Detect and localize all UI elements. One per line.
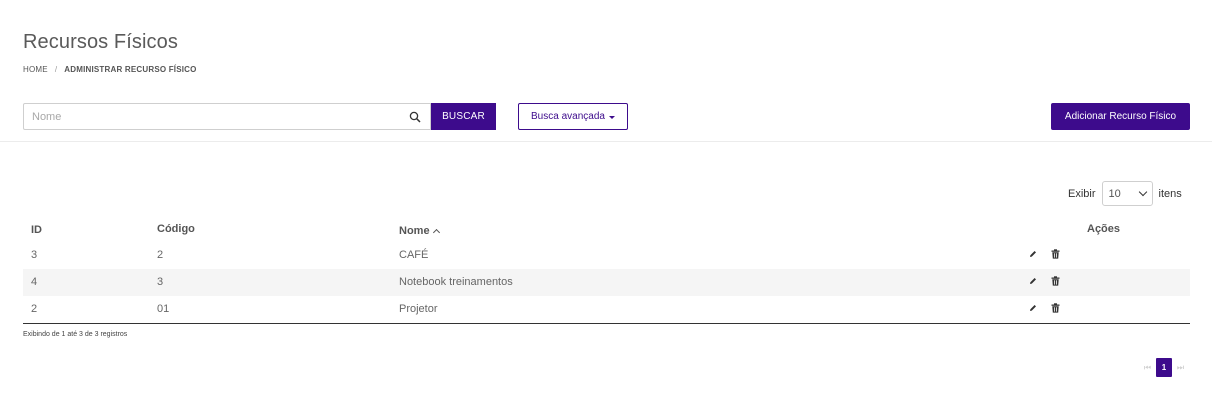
breadcrumb: HOME / ADMINISTRAR RECURSO FÍSICO: [23, 65, 197, 74]
pagination: ⏮ 1 ⏭: [1142, 358, 1186, 377]
column-header-actions: Ações: [1087, 223, 1121, 235]
search-icon[interactable]: [404, 106, 426, 128]
advanced-search-label: Busca avançada: [531, 111, 605, 122]
sort-ascending-icon: [432, 228, 440, 237]
add-resource-button[interactable]: Adicionar Recurso Físico: [1051, 103, 1190, 130]
chevron-down-icon: [1138, 187, 1147, 197]
table-row: 3 2 CAFÉ: [23, 242, 1190, 269]
edit-icon[interactable]: [1029, 249, 1037, 261]
resources-table: ID Código Nome Ações 3 2 CAFÉ 4 3 Notebo…: [23, 216, 1190, 324]
page-size-prefix: Exibir: [1068, 187, 1096, 200]
page-title: Recursos Físicos: [23, 31, 178, 53]
cell-code: 01: [157, 303, 170, 315]
breadcrumb-separator: /: [54, 65, 58, 74]
cell-id: 4: [31, 276, 38, 288]
page-size-control: Exibir 10 itens: [1068, 181, 1182, 206]
cell-code: 2: [157, 249, 164, 261]
trash-icon[interactable]: [1051, 276, 1060, 289]
breadcrumb-current: ADMINISTRAR RECURSO FÍSICO: [64, 65, 197, 74]
cell-code: 3: [157, 276, 164, 288]
cell-name: Notebook treinamentos: [399, 276, 513, 288]
column-header-id[interactable]: ID: [31, 224, 42, 236]
table-row: 2 01 Projetor: [23, 296, 1190, 323]
last-page-icon[interactable]: ⏭: [1175, 358, 1186, 377]
table-row: 4 3 Notebook treinamentos: [23, 269, 1190, 296]
table-header: ID Código Nome Ações: [23, 216, 1190, 242]
breadcrumb-home-link[interactable]: HOME: [23, 65, 48, 74]
table-body: 3 2 CAFÉ 4 3 Notebook treinamentos 2 01: [23, 242, 1190, 323]
column-header-name[interactable]: Nome: [399, 225, 440, 237]
search-button[interactable]: BUSCAR: [431, 103, 496, 130]
search-box: [23, 103, 431, 130]
page-size-select[interactable]: 10: [1101, 181, 1153, 206]
page-button-current[interactable]: 1: [1156, 358, 1172, 377]
advanced-search-button[interactable]: Busca avançada: [518, 103, 628, 130]
trash-icon[interactable]: [1051, 249, 1060, 262]
column-header-code[interactable]: Código: [157, 223, 195, 235]
cell-name: CAFÉ: [399, 249, 429, 261]
cell-id: 2: [31, 303, 38, 315]
cell-name: Projetor: [399, 303, 438, 315]
caret-down-icon: [608, 115, 615, 119]
search-input[interactable]: [24, 104, 404, 129]
trash-icon[interactable]: [1051, 303, 1060, 316]
cell-id: 3: [31, 249, 38, 261]
first-page-icon[interactable]: ⏮: [1142, 358, 1153, 377]
table-bottom-border: [23, 323, 1190, 324]
section-divider: [0, 141, 1212, 142]
records-info: Exibindo de 1 até 3 de 3 registros: [23, 331, 128, 338]
column-header-name-label: Nome: [399, 225, 430, 237]
page-size-suffix: itens: [1158, 187, 1182, 200]
page-size-value: 10: [1108, 187, 1121, 200]
edit-icon[interactable]: [1029, 303, 1037, 315]
edit-icon[interactable]: [1029, 276, 1037, 288]
